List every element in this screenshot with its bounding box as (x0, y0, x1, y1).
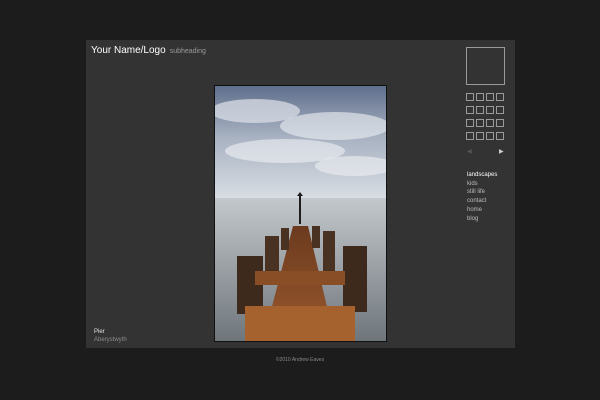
nav-item[interactable]: still life (467, 188, 497, 197)
thumbnail-cell[interactable] (466, 119, 474, 127)
thumbnail-cell[interactable] (476, 119, 484, 127)
nav-item[interactable]: contact (467, 197, 497, 206)
triangle-left-icon[interactable]: ◀ (467, 149, 472, 155)
thumbnail-preview[interactable] (466, 47, 505, 85)
nav-item[interactable]: home (467, 206, 497, 215)
thumbnail-cell[interactable] (466, 106, 474, 114)
caption-location: Aberystwyth (94, 337, 127, 343)
site-logo[interactable]: Your Name/Logo subheading (91, 45, 206, 56)
thumbnail-cell[interactable] (486, 93, 494, 101)
thumbnail-cell[interactable] (496, 132, 504, 140)
footer-copyright: ©2010 Andrew Eaves (275, 357, 325, 363)
thumbnail-cell[interactable] (466, 93, 474, 101)
nav-item[interactable]: blog (467, 215, 497, 224)
subheading: subheading (169, 48, 206, 55)
caption-title: Pier (94, 329, 105, 335)
thumbnail-cell[interactable] (486, 119, 494, 127)
thumbnail-grid (466, 93, 506, 140)
content-panel: Your Name/Logo subheading ◀ ▶ landscapes… (86, 40, 515, 348)
triangle-right-icon[interactable]: ▶ (499, 149, 504, 155)
thumbnail-cell[interactable] (486, 106, 494, 114)
thumbnail-cell[interactable] (476, 106, 484, 114)
thumbnail-cell[interactable] (486, 132, 494, 140)
thumbnail-cell[interactable] (466, 132, 474, 140)
nav-item[interactable]: kids (467, 180, 497, 189)
thumbnail-cell[interactable] (476, 93, 484, 101)
logo-text: Your Name/Logo (91, 45, 166, 56)
nav-item[interactable]: landscapes (467, 171, 497, 180)
main-photo[interactable] (214, 85, 387, 342)
thumbnail-cell[interactable] (496, 119, 504, 127)
thumbnail-cell[interactable] (496, 106, 504, 114)
thumbnail-cell[interactable] (496, 93, 504, 101)
photo-caption: Pier Aberystwyth (94, 328, 127, 344)
category-nav: landscapes kids still life contact home blog (467, 171, 497, 223)
thumbnail-cell[interactable] (476, 132, 484, 140)
